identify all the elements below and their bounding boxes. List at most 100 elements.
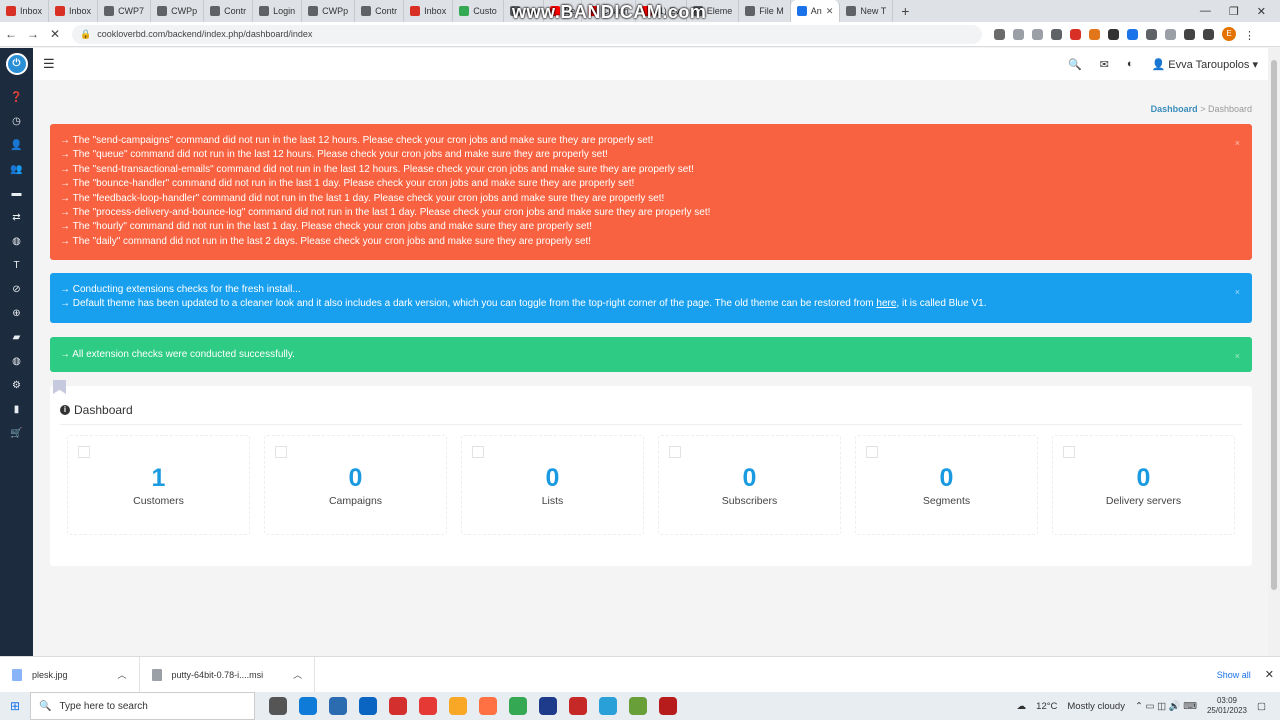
- wps-icon[interactable]: [419, 697, 437, 715]
- browser-tab[interactable]: Contr: [355, 0, 405, 22]
- translate-icon[interactable]: [1013, 28, 1024, 40]
- key-icon[interactable]: [994, 28, 1005, 40]
- card-checkbox[interactable]: [1063, 446, 1075, 458]
- browser-tab[interactable]: Inbox: [404, 0, 454, 22]
- folder-icon[interactable]: ▰: [0, 325, 33, 349]
- close-tab-icon[interactable]: ✕: [826, 6, 834, 17]
- browser-tab[interactable]: CWPp: [151, 0, 205, 22]
- stop-loading-icon[interactable]: ✕: [44, 27, 66, 41]
- address-bar[interactable]: 🔒 cookloverbd.com/backend/index.php/dash…: [72, 24, 982, 44]
- search-icon[interactable]: 🔍: [1068, 58, 1082, 71]
- shield-icon[interactable]: [1146, 28, 1157, 40]
- extension-icon[interactable]: [1127, 28, 1138, 40]
- envelope-icon[interactable]: ✉: [1100, 58, 1109, 71]
- notepad-icon[interactable]: [629, 697, 647, 715]
- close-downloads-icon[interactable]: ✕: [1265, 668, 1280, 681]
- transfer-icon[interactable]: ⇄: [0, 205, 33, 229]
- browser-tab[interactable]: An ✕: [790, 0, 841, 22]
- ban-icon[interactable]: ⊘: [0, 277, 33, 301]
- more-menu-icon[interactable]: ⋮: [1244, 29, 1255, 42]
- adblock-icon[interactable]: [1070, 28, 1081, 40]
- browser-tab[interactable]: CWPp: [302, 0, 356, 22]
- notifications-icon[interactable]: ▢: [1257, 701, 1266, 712]
- card-checkbox[interactable]: [866, 446, 878, 458]
- clock[interactable]: 03:09 25/01/2023: [1207, 696, 1247, 716]
- puzzle-icon[interactable]: [1184, 28, 1195, 40]
- bookmark-star-icon[interactable]: [1051, 28, 1062, 40]
- browser-tab[interactable]: File M: [739, 0, 791, 22]
- scrollbar-thumb[interactable]: [1271, 60, 1277, 590]
- taskbar-search[interactable]: 🔍 Type here to search: [30, 692, 255, 720]
- metamask-icon[interactable]: [1089, 28, 1100, 40]
- app-icon[interactable]: [389, 697, 407, 715]
- mail-icon[interactable]: [359, 697, 377, 715]
- cart-icon[interactable]: 🛒: [0, 421, 33, 445]
- user-icon[interactable]: 👤: [0, 133, 33, 157]
- edge-icon[interactable]: [299, 697, 317, 715]
- close-alert-icon[interactable]: ×: [1235, 285, 1240, 299]
- stat-card[interactable]: 0 Campaigns: [264, 435, 447, 535]
- close-alert-icon[interactable]: ×: [1235, 349, 1240, 363]
- forward-icon[interactable]: →: [22, 27, 44, 41]
- breadcrumb-link-dashboard[interactable]: Dashboard: [1151, 104, 1198, 114]
- browser-tab[interactable]: Login: [253, 0, 303, 22]
- restore-theme-link[interactable]: here: [876, 298, 896, 309]
- app-icon[interactable]: [539, 697, 557, 715]
- anydesk-icon[interactable]: [569, 697, 587, 715]
- file-explorer-icon[interactable]: [449, 697, 467, 715]
- browser-tab[interactable]: Inbox: [0, 0, 50, 22]
- card-checkbox[interactable]: [472, 446, 484, 458]
- browser-tab[interactable]: Contr: [204, 0, 254, 22]
- browser-tab[interactable]: New T: [840, 0, 894, 22]
- telegram-icon[interactable]: [599, 697, 617, 715]
- bandicam-icon[interactable]: [659, 697, 677, 715]
- back-icon[interactable]: ←: [0, 27, 22, 41]
- stat-card[interactable]: 0 Lists: [461, 435, 644, 535]
- users-icon[interactable]: 👥: [0, 157, 33, 181]
- bookmark-icon[interactable]: ▮: [0, 397, 33, 421]
- share-icon[interactable]: [1032, 28, 1043, 40]
- card-checkbox[interactable]: [669, 446, 681, 458]
- credit-card-icon[interactable]: ▬: [0, 181, 33, 205]
- side-panel-icon[interactable]: [1203, 28, 1214, 40]
- close-alert-icon[interactable]: ×: [1235, 136, 1240, 150]
- browser-tab[interactable]: Custo: [453, 0, 504, 22]
- globe-icon[interactable]: ◍: [0, 229, 33, 253]
- theme-toggle-icon[interactable]: ◐: [1127, 58, 1134, 70]
- add-circle-icon[interactable]: ⊕: [0, 301, 33, 325]
- extension-icon[interactable]: [1165, 28, 1176, 40]
- profile-avatar[interactable]: E: [1222, 27, 1236, 41]
- extension-icon[interactable]: [1108, 28, 1119, 40]
- browser-tab[interactable]: CWP7: [98, 0, 152, 22]
- download-item[interactable]: putty-64bit-0.78-i....msi ︿: [140, 656, 316, 693]
- stat-card[interactable]: 0 Subscribers: [658, 435, 841, 535]
- tray-icons[interactable]: ⌃ ▭ ◫ 🔊 ⌨: [1135, 701, 1197, 712]
- chevron-up-icon[interactable]: ︿: [118, 668, 127, 681]
- store-icon[interactable]: [329, 697, 347, 715]
- windows-start-icon[interactable]: ⊞: [0, 699, 30, 713]
- task-view-icon[interactable]: [269, 697, 287, 715]
- stat-card[interactable]: 1 Customers: [67, 435, 250, 535]
- chrome-icon[interactable]: [509, 697, 527, 715]
- restore-icon[interactable]: ❐: [1229, 5, 1239, 18]
- firefox-icon[interactable]: [479, 697, 497, 715]
- stat-card[interactable]: 0 Segments: [855, 435, 1038, 535]
- card-checkbox[interactable]: [275, 446, 287, 458]
- clock-icon[interactable]: ◷: [0, 109, 33, 133]
- show-all-downloads-link[interactable]: Show all: [1217, 670, 1265, 680]
- browser-tab[interactable]: Inbox: [49, 0, 99, 22]
- gear-icon[interactable]: ⚙: [0, 373, 33, 397]
- stat-card[interactable]: 0 Delivery servers: [1052, 435, 1235, 535]
- hamburger-menu-icon[interactable]: ☰: [43, 56, 55, 72]
- help-icon[interactable]: ❓: [0, 85, 33, 109]
- globe-icon[interactable]: ◍: [0, 349, 33, 373]
- new-tab-icon[interactable]: +: [893, 3, 917, 19]
- download-item[interactable]: plesk.jpg ︿: [0, 656, 140, 693]
- minimize-icon[interactable]: —: [1200, 5, 1211, 17]
- close-window-icon[interactable]: ✕: [1257, 5, 1266, 18]
- app-logo[interactable]: ⏻: [5, 53, 28, 75]
- card-checkbox[interactable]: [78, 446, 90, 458]
- chevron-up-icon[interactable]: ︿: [293, 668, 302, 681]
- user-menu[interactable]: 👤 Evva Taroupolos ▾: [1152, 58, 1258, 71]
- text-icon[interactable]: T: [0, 253, 33, 277]
